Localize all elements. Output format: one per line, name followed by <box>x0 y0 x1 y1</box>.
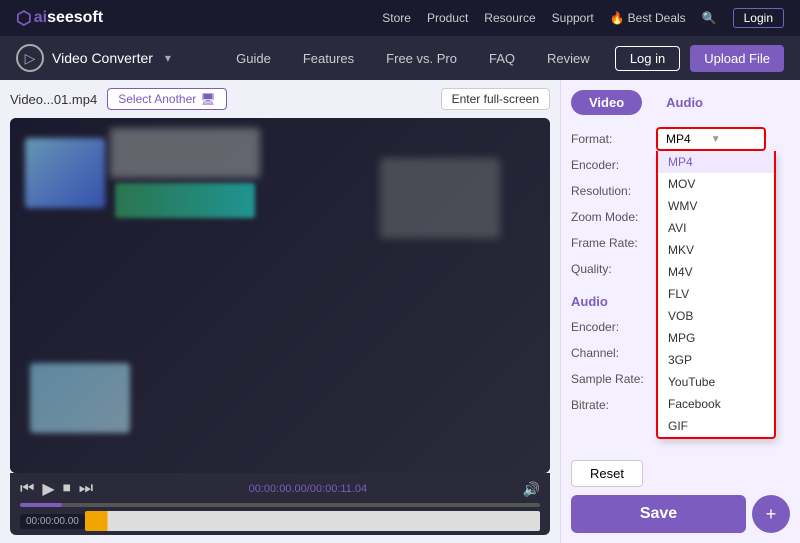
stop-button[interactable]: ⏹ <box>63 480 71 498</box>
subnav-features[interactable]: Features <box>303 51 354 66</box>
top-nav-product[interactable]: Product <box>427 11 468 25</box>
file-name: Video...01.mp4 <box>10 92 97 107</box>
main-content: Video...01.mp4 Select Another 🖥 Enter fu… <box>0 80 800 543</box>
dropdown-item-mov[interactable]: MOV <box>658 173 774 195</box>
top-nav-links: Store Product Resource Support 🔥 Best De… <box>382 8 784 28</box>
left-panel: Video...01.mp4 Select Another 🖥 Enter fu… <box>0 80 560 543</box>
dropdown-item-youtube[interactable]: YouTube <box>658 371 774 393</box>
progress-bar[interactable] <box>20 503 540 507</box>
video-background <box>10 118 550 473</box>
brand-icon: ▷ <box>16 44 44 72</box>
tab-audio[interactable]: Audio <box>648 90 721 115</box>
dropdown-item-vob[interactable]: VOB <box>658 305 774 327</box>
select-another-label: Select Another <box>118 92 196 106</box>
tab-video[interactable]: Video <box>571 90 642 115</box>
monitor-icon: 🖥 <box>200 92 215 106</box>
subnav-free-pro[interactable]: Free vs. Pro <box>386 51 457 66</box>
select-another-button[interactable]: Select Another 🖥 <box>107 88 226 110</box>
play-button[interactable]: ▶ <box>42 479 54 499</box>
reset-button[interactable]: Reset <box>571 460 643 487</box>
top-nav-resource[interactable]: Resource <box>484 11 535 25</box>
dropdown-item-mp4[interactable]: MP4 <box>658 151 774 173</box>
format-dropdown-container: MP4 ▼ MP4 MOV WMV AVI MKV M4V FLV VOB MP… <box>656 127 766 151</box>
file-bar: Video...01.mp4 Select Another 🖥 Enter fu… <box>10 88 550 110</box>
timeline: 00:00:00.00 <box>20 511 540 531</box>
top-nav-store[interactable]: Store <box>382 11 411 25</box>
logo-icon: ⬡ <box>16 8 32 29</box>
login-button-top[interactable]: Login <box>733 8 784 28</box>
dropdown-item-mpg[interactable]: MPG <box>658 327 774 349</box>
save-row: Save + <box>571 495 790 533</box>
top-nav-best-deals[interactable]: 🔥 Best Deals <box>610 11 686 25</box>
save-button[interactable]: Save <box>571 495 746 533</box>
save-plus-button[interactable]: + <box>752 495 790 533</box>
brand-dropdown-arrow[interactable]: ▾ <box>165 51 171 65</box>
quality-label: Quality: <box>571 262 656 276</box>
login-button-sub[interactable]: Log in <box>615 46 680 71</box>
subnav-review[interactable]: Review <box>547 51 590 66</box>
dropdown-item-flv[interactable]: FLV <box>658 283 774 305</box>
top-nav-support[interactable]: Support <box>552 11 594 25</box>
fast-forward-button[interactable]: ⏭ <box>79 480 93 498</box>
right-panel: Video Audio Format: MP4 ▼ MP4 MOV WMV <box>560 80 800 543</box>
channel-label: Channel: <box>571 346 656 360</box>
logo-text: aiseesoft <box>34 9 103 27</box>
sub-nav-links: Guide Features Free vs. Pro FAQ Review <box>211 51 615 66</box>
format-dropdown-button[interactable]: MP4 ▼ <box>656 127 766 151</box>
dropdown-item-gif[interactable]: GIF <box>658 415 774 437</box>
timeline-track[interactable] <box>85 511 540 531</box>
video-controls: ⏮ ▶ ⏹ ⏭ 00:00:00.00/00:00:11.04 🔊 00:00:… <box>10 473 550 535</box>
time-display: 00:00:00.00/00:00:11.04 <box>249 483 367 495</box>
settings-area: Format: MP4 ▼ MP4 MOV WMV AVI MKV M4V F <box>571 127 790 417</box>
dropdown-item-facebook[interactable]: Facebook <box>658 393 774 415</box>
sample-rate-label: Sample Rate: <box>571 372 656 386</box>
fire-icon: 🔥 <box>610 11 625 25</box>
playback-controls: ⏮ ▶ ⏹ ⏭ <box>20 479 93 499</box>
video-preview <box>10 118 550 473</box>
bitrate-label: Bitrate: <box>571 398 656 412</box>
subnav-guide[interactable]: Guide <box>236 51 271 66</box>
tab-row: Video Audio <box>571 90 790 115</box>
format-dropdown-menu: MP4 MOV WMV AVI MKV M4V FLV VOB MPG 3GP … <box>656 151 776 439</box>
dropdown-arrow-icon: ▼ <box>711 134 721 145</box>
video-content-block-5 <box>30 363 130 433</box>
rewind-button[interactable]: ⏮ <box>20 480 34 498</box>
sub-navigation: ▷ Video Converter ▾ Guide Features Free … <box>0 36 800 80</box>
format-label: Format: <box>571 132 656 146</box>
top-navigation: ⬡ aiseesoft Store Product Resource Suppo… <box>0 0 800 36</box>
video-content-block-1 <box>25 138 105 208</box>
controls-top-row: ⏮ ▶ ⏹ ⏭ 00:00:00.00/00:00:11.04 🔊 <box>20 479 540 499</box>
audio-encoder-label: Encoder: <box>571 320 656 334</box>
search-icon[interactable]: 🔍 <box>702 11 717 25</box>
subnav-faq[interactable]: FAQ <box>489 51 515 66</box>
upload-button[interactable]: Upload File <box>690 45 784 72</box>
brand-name: Video Converter <box>52 50 153 66</box>
video-content-block-3 <box>115 183 255 218</box>
timeline-label: 00:00:00.00 <box>20 514 85 529</box>
progress-bar-fill <box>20 503 62 507</box>
video-content-block-4 <box>380 158 500 238</box>
dropdown-item-mkv[interactable]: MKV <box>658 239 774 261</box>
dropdown-item-m4v[interactable]: M4V <box>658 261 774 283</box>
dropdown-item-3gp[interactable]: 3GP <box>658 349 774 371</box>
volume-icon[interactable]: 🔊 <box>523 481 540 498</box>
bottom-actions: Reset Save + <box>571 460 790 533</box>
frame-rate-label: Frame Rate: <box>571 236 656 250</box>
resolution-label: Resolution: <box>571 184 656 198</box>
format-row: Format: MP4 ▼ MP4 MOV WMV AVI MKV M4V F <box>571 127 790 151</box>
zoom-mode-label: Zoom Mode: <box>571 210 656 224</box>
dropdown-item-avi[interactable]: AVI <box>658 217 774 239</box>
brand-section: ▷ Video Converter ▾ <box>16 44 171 72</box>
audio-header-label: Audio <box>571 294 656 309</box>
sub-nav-actions: Log in Upload File <box>615 45 784 72</box>
enter-fullscreen-button[interactable]: Enter full-screen <box>441 88 550 110</box>
dropdown-item-wmv[interactable]: WMV <box>658 195 774 217</box>
video-content-block-2 <box>110 128 260 178</box>
logo: ⬡ aiseesoft <box>16 8 103 29</box>
format-selected-value: MP4 <box>666 132 691 146</box>
encoder-label: Encoder: <box>571 158 656 172</box>
